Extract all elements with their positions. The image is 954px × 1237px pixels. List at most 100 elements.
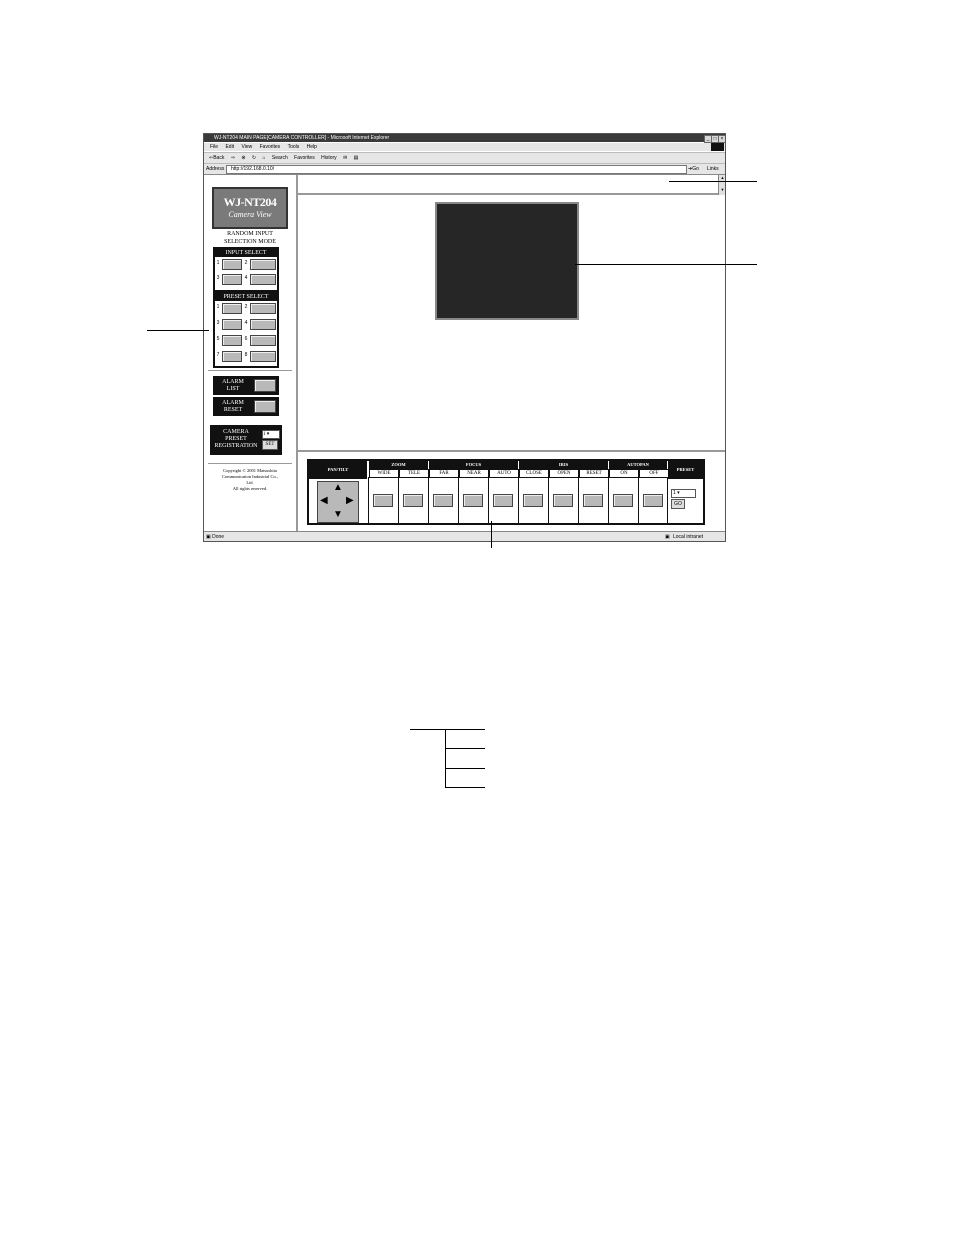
scrollbar[interactable]: ▲ ▼ (718, 175, 725, 195)
back-button[interactable]: ⇐Back (209, 155, 224, 161)
preset-select-title: PRESET SELECT (215, 293, 277, 301)
preset-4-button[interactable] (250, 319, 276, 330)
home-icon[interactable]: ⌂ (263, 155, 266, 161)
divider (428, 477, 429, 523)
go-button[interactable]: ➜Go (688, 164, 699, 174)
scroll-down-icon[interactable]: ▼ (719, 187, 725, 193)
focus-header: FOCUS (429, 461, 518, 469)
near-label: NEAR (459, 469, 489, 478)
iris-open-button[interactable] (553, 494, 573, 507)
zoom-wide-button[interactable] (373, 494, 393, 507)
divider (548, 477, 549, 523)
divider (458, 477, 459, 523)
window-title: WJ-NT204 MAIN PAGE[CAMERA CONTROLLER] - … (214, 135, 390, 141)
alarm-list-panel: ALARM LIST (213, 376, 279, 395)
stop-icon[interactable]: ⊗ (241, 155, 245, 161)
autopan-off-button[interactable] (643, 494, 663, 507)
address-input[interactable]: http://192.168.0.10/ (226, 165, 687, 174)
menu-tools[interactable]: Tools (288, 144, 300, 150)
iris-reset-button[interactable] (583, 494, 603, 507)
pantilt-header: PAN/TILT (309, 461, 367, 479)
address-bar: Address http://192.168.0.10/ ➜Go Links (204, 163, 725, 175)
divider (638, 477, 639, 523)
open-label: OPEN (549, 469, 579, 478)
autopan-header: AUTOPAN (609, 461, 667, 469)
arrow-down-icon[interactable]: ▼ (333, 510, 343, 520)
focus-far-button[interactable] (433, 494, 453, 507)
links-button[interactable]: Links (707, 164, 719, 174)
search-button[interactable]: Search (272, 155, 288, 161)
input-4-button[interactable] (250, 274, 276, 285)
iris-header: IRIS (519, 461, 608, 469)
left-frame: WJ-NT204 Camera View RANDOM INPUT SELECT… (204, 175, 298, 531)
autopan-on-button[interactable] (613, 494, 633, 507)
set-button[interactable]: SET (262, 440, 278, 450)
input-2-button[interactable] (250, 259, 276, 270)
menu-file[interactable]: File (210, 144, 218, 150)
alarm-list-label: ALARM LIST (222, 379, 244, 392)
preset-number: 8 (244, 352, 248, 358)
preset-number: 1 (216, 304, 220, 310)
off-label: OFF (639, 469, 669, 478)
alarm-reset-label: ALARM RESET (222, 400, 244, 413)
preset-5-button[interactable] (222, 335, 242, 346)
menu-favorites[interactable]: Favorites (260, 144, 281, 150)
toolbar: ⇐Back ⇒ ⊗ ↻ ⌂ Search Favorites History ✉… (204, 152, 725, 163)
tree-line (445, 729, 446, 788)
alarm-reset-button[interactable] (254, 400, 276, 413)
favorites-button[interactable]: Favorites (294, 155, 315, 161)
title-bar: WJ-NT204 MAIN PAGE[CAMERA CONTROLLER] - … (204, 134, 725, 143)
input-number: 3 (216, 275, 220, 281)
preset-go-button[interactable]: GO (671, 499, 685, 509)
arrow-up-icon[interactable]: ▲ (333, 483, 343, 493)
menu-help[interactable]: Help (307, 144, 317, 150)
zone-text: Local intranet (673, 534, 704, 540)
mail-icon[interactable]: ✉ (343, 155, 347, 161)
iris-close-button[interactable] (523, 494, 543, 507)
divider (488, 477, 489, 523)
tree-line (445, 787, 485, 788)
on-label: ON (609, 469, 639, 478)
menu-edit[interactable]: Edit (225, 144, 234, 150)
input-1-button[interactable] (222, 259, 242, 270)
history-button[interactable]: History (321, 155, 337, 161)
callout-line-left-frame (147, 330, 209, 331)
divider (667, 477, 668, 523)
preset-3-button[interactable] (222, 319, 242, 330)
zoom-header: ZOOM (369, 461, 428, 469)
focus-near-button[interactable] (463, 494, 483, 507)
forward-button[interactable]: ⇒ (231, 155, 235, 161)
input-number: 1 (216, 260, 220, 266)
input-3-button[interactable] (222, 274, 242, 285)
status-text: Done (212, 534, 225, 540)
input-number: 2 (244, 260, 248, 266)
zone-icon: ▣ (665, 534, 670, 540)
preset-7-button[interactable] (222, 351, 242, 362)
preset-2-button[interactable] (250, 303, 276, 314)
preset-6-button[interactable] (250, 335, 276, 346)
arrow-right-icon[interactable]: ▶ (346, 496, 354, 506)
menu-view[interactable]: View (241, 144, 252, 150)
print-icon[interactable]: ▤ (354, 155, 359, 161)
zoom-tele-button[interactable] (403, 494, 423, 507)
ie-logo-icon (711, 143, 724, 151)
alarm-list-button[interactable] (254, 379, 276, 392)
preset-number: 7 (216, 352, 220, 358)
refresh-icon[interactable]: ↻ (252, 155, 256, 161)
logo: WJ-NT204 Camera View (212, 187, 288, 229)
pantilt-pad[interactable]: ▲ ▼ ◀ ▶ (317, 481, 359, 523)
camera-preset-select[interactable]: 1 ▾ (262, 430, 280, 439)
preset-number: 4 (244, 320, 248, 326)
arrow-left-icon[interactable]: ◀ (320, 496, 328, 506)
camera-control-frame: PAN/TILT ▲ ▼ ◀ ▶ ZOOM FOCUS IRIS AUTOPAN… (298, 452, 725, 531)
preset-select[interactable]: 1 ▾ (671, 489, 696, 498)
close-button[interactable]: × (718, 135, 725, 143)
preset-1-button[interactable] (222, 303, 242, 314)
focus-auto-button[interactable] (493, 494, 513, 507)
divider (398, 477, 399, 523)
preset-number: 3 (216, 320, 220, 326)
camera-preset-registration-label: CAMERA PRESET REGISTRATION (214, 429, 258, 449)
preset-8-button[interactable] (250, 351, 276, 362)
input-number: 4 (244, 275, 248, 281)
menu-bar: File Edit View Favorites Tools Help (204, 143, 725, 151)
